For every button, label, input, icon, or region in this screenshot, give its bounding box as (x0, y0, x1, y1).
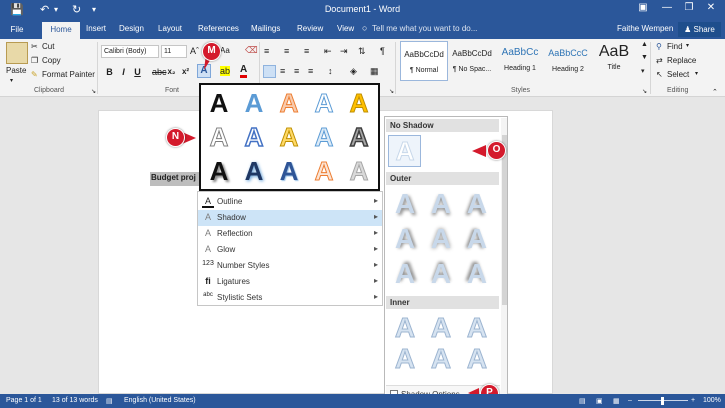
callout-pointers (182, 54, 486, 398)
proofing-icon[interactable]: ▤ (106, 397, 113, 405)
status-bar: Page 1 of 1 13 of 13 words ▤ English (Un… (0, 394, 725, 408)
zoom-slider-thumb[interactable] (661, 397, 664, 405)
callout-o-pointer (472, 145, 486, 157)
web-layout-icon[interactable]: ▦ (613, 397, 620, 405)
callout-m: M (202, 42, 221, 61)
zoom-out-icon[interactable]: – (628, 397, 632, 404)
print-layout-icon[interactable]: ▣ (596, 397, 603, 405)
word-count[interactable]: 13 of 13 words (52, 397, 98, 404)
zoom-in-icon[interactable]: + (691, 397, 695, 404)
page-count[interactable]: Page 1 of 1 (6, 397, 42, 404)
language[interactable]: English (United States) (124, 397, 196, 404)
read-mode-icon[interactable]: ▤ (579, 397, 586, 405)
callout-n: N (166, 128, 185, 147)
callout-o: O (487, 141, 506, 160)
zoom-level[interactable]: 100% (703, 397, 721, 404)
